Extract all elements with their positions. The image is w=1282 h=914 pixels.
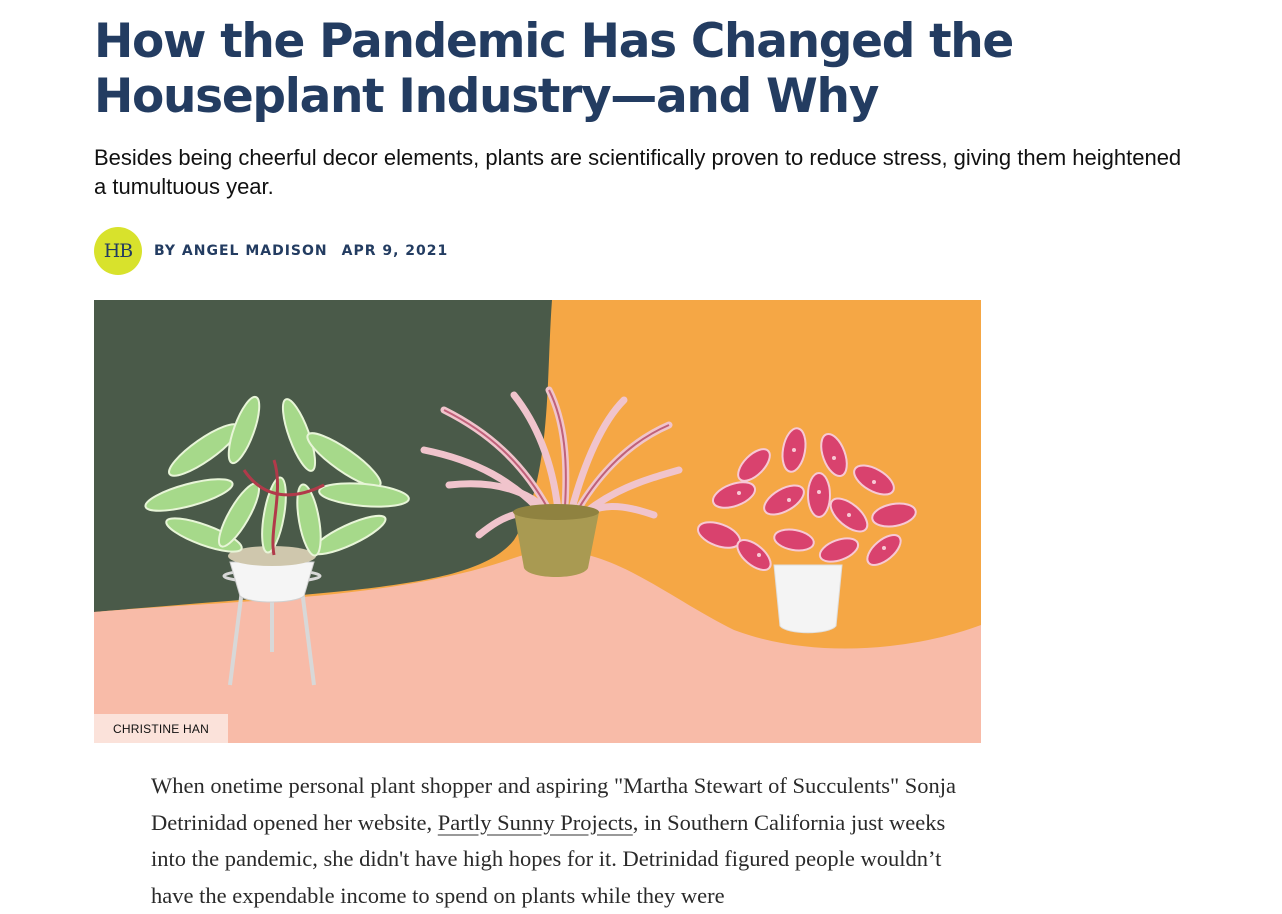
hero-image: CHRISTINE HAN — [94, 300, 981, 743]
houseplants-illustration-icon — [94, 300, 981, 743]
dek-line-1: Besides being cheerful decor elements, p… — [94, 145, 1182, 170]
article-headline: How the Pandemic Has Changed the Housepl… — [94, 14, 1014, 124]
article-dek: Besides being cheerful decor elements, p… — [94, 143, 1282, 201]
publisher-logo[interactable]: HB — [94, 227, 142, 275]
photo-credit: CHRISTINE HAN — [94, 714, 228, 743]
publish-date: APR 9, 2021 — [341, 243, 449, 259]
partly-sunny-projects-link[interactable]: Partly Sunny Projects — [438, 810, 633, 835]
article-body-paragraph: When onetime personal plant shopper and … — [151, 768, 981, 914]
byline: HB BY ANGEL MADISON APR 9, 2021 — [94, 227, 448, 275]
dek-line-2: a tumultuous year. — [94, 174, 274, 199]
author-link[interactable]: BY ANGEL MADISON — [154, 243, 328, 259]
